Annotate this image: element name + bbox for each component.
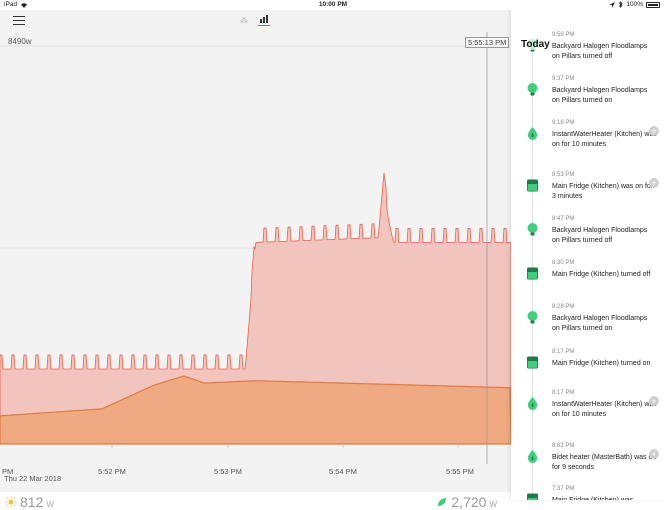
water-drop-icon (525, 449, 540, 464)
timeline-header: Today (521, 39, 550, 50)
event-time: 8:17 PM (552, 349, 575, 355)
event-time: 8:53 PM (552, 172, 575, 178)
x-tick-label: 5:52 PM (98, 467, 126, 476)
event-description: Backyard Halogen Floodlamps on Pillars t… (552, 315, 648, 332)
event-description: Backyard Halogen Floodlamps on Pillars t… (552, 43, 648, 60)
status-bar: iPad 10:00 PM 100% (0, 0, 666, 10)
x-tick-label: 5:54 PM (329, 467, 357, 476)
location-icon (609, 1, 616, 8)
battery-percent: 100% (626, 1, 643, 8)
plug-leaf-icon (438, 498, 447, 506)
active-tab-underline (258, 24, 270, 26)
event-description: Main Fridge (Kitchen) was (552, 496, 657, 500)
event-description: Backyard Halogen Floodlamps on Pillars t… (552, 87, 648, 104)
event-time: 8:17 PM (552, 390, 575, 396)
hamburger-menu-icon[interactable] (13, 16, 25, 25)
event-description: Backyard Halogen Floodlamps on Pillars t… (552, 227, 648, 244)
date-label: Thu 22 Mar 2018 (4, 474, 62, 483)
battery-icon (646, 1, 660, 8)
fridge-icon (525, 355, 540, 370)
event-time: 7:37 PM (552, 486, 575, 492)
events-timeline[interactable]: Today 9:59 PM Backyard Halogen Floodlamps… (511, 10, 666, 500)
chart-panel: ⁂ 8490w 5:55:13 PM PM 5:52 PM 5:53 PM 5:… (0, 10, 511, 510)
add-event-button[interactable]: + (649, 396, 659, 406)
usage-unit: W (489, 499, 497, 509)
solar-value: 812 (20, 494, 44, 510)
bubbles-view-icon[interactable]: ⁂ (240, 16, 248, 25)
event-time: 8:30 PM (552, 260, 575, 266)
clock: 10:00 PM (318, 1, 348, 8)
event-time: 9:59 PM (552, 32, 575, 38)
bluetooth-icon (619, 1, 623, 8)
event-description: Main Fridge (Kitchen) was on for 3 minut… (552, 183, 654, 200)
fridge-icon (525, 492, 540, 500)
solar-summary[interactable]: 812 W (5, 494, 54, 510)
usage-summary[interactable]: 2,720 W (436, 494, 497, 510)
event-time: 8:47 PM (552, 216, 575, 222)
event-time: 9:19 PM (552, 120, 575, 126)
max-power-label: 8490w (8, 37, 32, 46)
event-time: 8:03 PM (552, 443, 575, 449)
event-description: InstantWaterHeater (Kitchen) was on for … (552, 131, 657, 148)
event-description: Main Fridge (Kitchen) turned on (552, 360, 651, 367)
bulb-icon (525, 82, 540, 97)
water-drop-icon (525, 126, 540, 141)
event-time: 8:28 PM (552, 304, 575, 310)
fridge-icon (525, 178, 540, 193)
bulb-icon (525, 222, 540, 237)
bulb-icon (525, 310, 540, 325)
event-time: 9:37 PM (552, 76, 575, 82)
water-drop-icon (525, 396, 540, 411)
add-event-button[interactable]: + (649, 126, 659, 136)
x-tick-label: 5:53 PM (214, 467, 242, 476)
bar-chart-view-icon[interactable] (258, 15, 270, 26)
add-event-button[interactable]: + (649, 178, 659, 188)
event-description: Main Fridge (Kitchen) turned off (552, 271, 651, 278)
event-description: InstantWaterHeater (Kitchen) was on for … (552, 401, 657, 418)
power-chart[interactable] (0, 32, 511, 465)
cursor-time-badge: 5:55:13 PM (465, 37, 510, 48)
summary-bar: 812 W 2,720 W (0, 492, 511, 510)
event-description: Bidet heater (MasterBath) was on for 9 s… (552, 454, 657, 471)
usage-value: 2,720 (451, 494, 487, 510)
x-tick-label: 5:55 PM (446, 467, 474, 476)
add-event-button[interactable]: + (649, 449, 659, 459)
fridge-icon (525, 266, 540, 281)
sun-icon (5, 496, 17, 508)
solar-unit: W (46, 499, 54, 509)
chart-toolbar: ⁂ (0, 10, 511, 32)
